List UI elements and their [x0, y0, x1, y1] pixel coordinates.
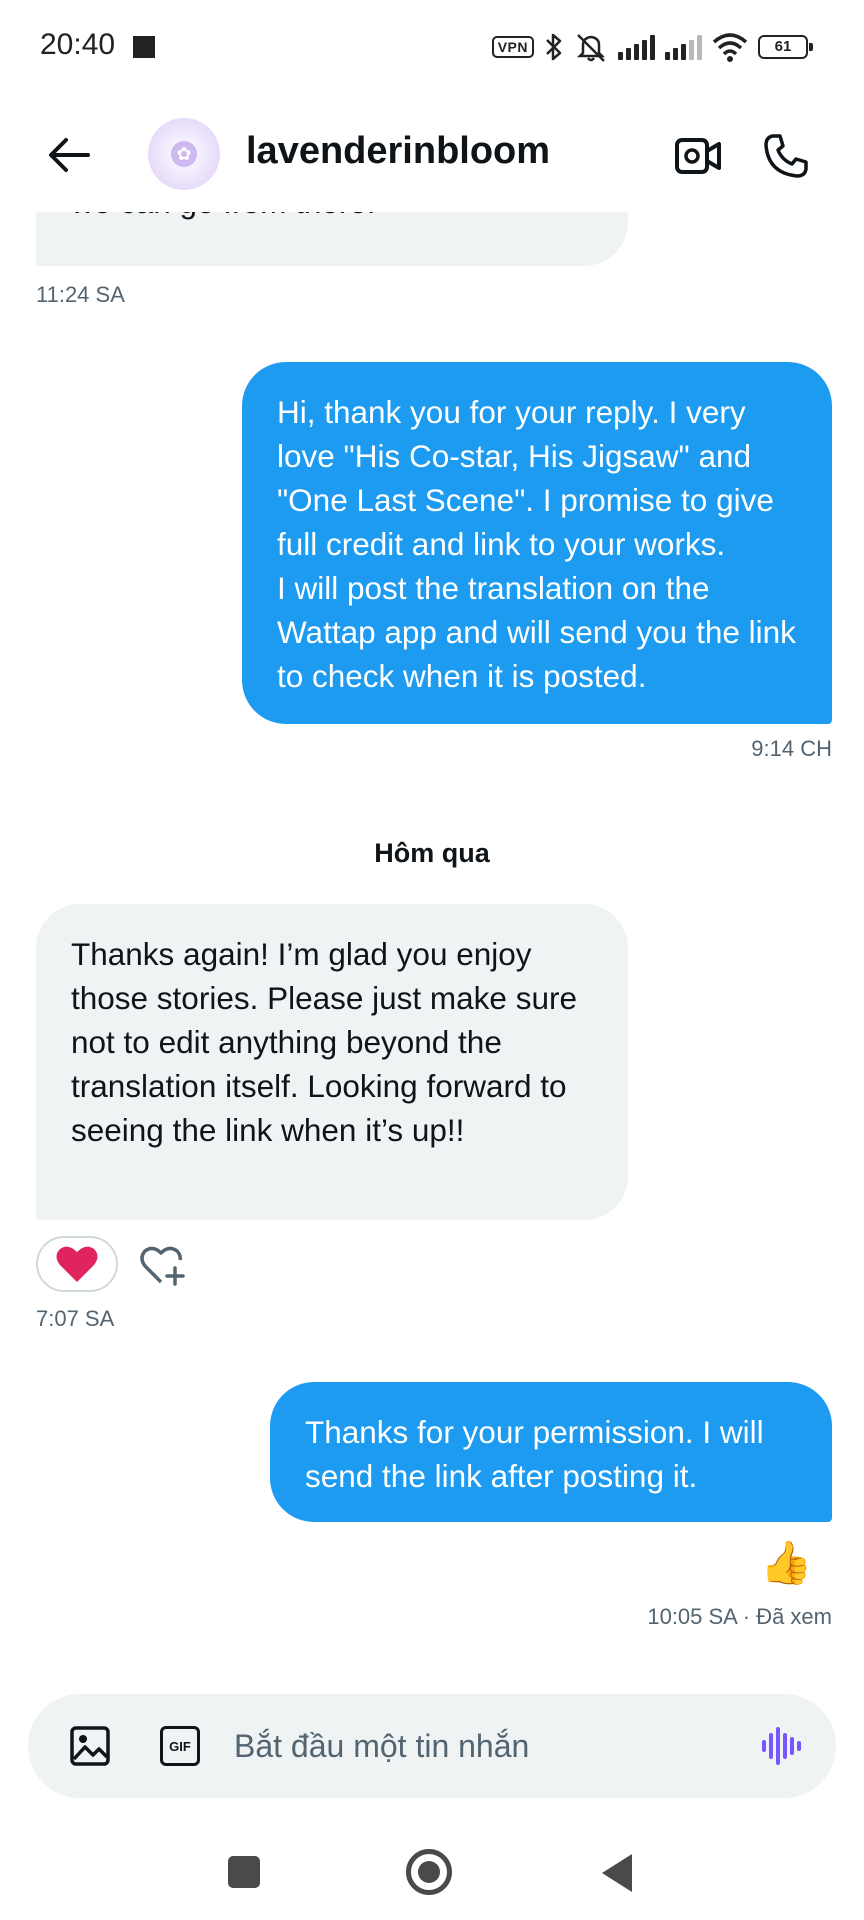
wifi-icon: [712, 33, 748, 62]
home-dot-icon: [418, 1861, 440, 1883]
message-list[interactable]: we can go from there! 11:24 SA Hi, thank…: [0, 212, 864, 1672]
heart-icon: [56, 1246, 98, 1282]
message-bubble-outgoing[interactable]: Hi, thank you for your reply. I very lov…: [242, 362, 832, 724]
message-bubble-incoming[interactable]: Thanks again! I’m glad you enjoy those s…: [36, 904, 628, 1220]
message-timestamp: 11:24 SA: [36, 282, 125, 307]
day-separator: Hôm qua: [374, 838, 490, 868]
battery-icon: 61: [758, 35, 813, 59]
status-icons: VPN 61: [491, 30, 813, 64]
status-time: 20:40: [40, 28, 116, 61]
home-button[interactable]: [406, 1849, 452, 1895]
contact-name[interactable]: lavenderinbloom: [246, 130, 550, 173]
gif-button[interactable]: GIF: [160, 1726, 200, 1766]
back-arrow-icon: [49, 138, 90, 172]
signal-strength-2-icon: [665, 34, 702, 60]
notification-square-icon: [133, 36, 155, 58]
voice-message-button[interactable]: [758, 1722, 806, 1770]
mute-bell-icon: [576, 34, 606, 62]
add-reaction-icon: [140, 1246, 185, 1286]
vpn-icon: VPN: [491, 36, 534, 58]
message-input[interactable]: [234, 1720, 734, 1772]
recent-apps-button[interactable]: [228, 1856, 260, 1888]
add-reaction-button[interactable]: [138, 1242, 188, 1290]
phone-icon: [764, 134, 808, 178]
heart-reaction[interactable]: [36, 1236, 118, 1292]
system-navigation-bar: [0, 1820, 864, 1920]
video-call-icon: [675, 138, 721, 174]
message-timestamp: 7:07 SA: [36, 1306, 115, 1331]
avatar[interactable]: ✿: [148, 118, 220, 190]
bluetooth-icon: [546, 33, 562, 61]
conversation-header: ✿ lavenderinbloom: [0, 100, 864, 212]
message-bubble-incoming[interactable]: we can go from there!: [36, 212, 628, 266]
back-button[interactable]: [44, 130, 94, 180]
signal-strength-icon: [618, 34, 655, 60]
flower-icon: ✿: [171, 141, 197, 167]
phone-call-button[interactable]: [758, 128, 814, 184]
thumbs-up-reaction[interactable]: 👍: [760, 1542, 812, 1584]
voice-waveform-icon: [762, 1727, 801, 1765]
message-composer: GIF: [28, 1694, 836, 1798]
message-bubble-outgoing[interactable]: Thanks for your permission. I will send …: [270, 1382, 832, 1522]
message-timestamp: 9:14 CH: [751, 736, 832, 761]
video-call-button[interactable]: [672, 130, 724, 182]
attach-image-button[interactable]: [68, 1724, 112, 1768]
system-back-button[interactable]: [602, 1854, 632, 1892]
image-icon: [70, 1726, 110, 1766]
message-timestamp-seen: 10:05 SA · Đã xem: [647, 1604, 832, 1629]
status-bar: 20:40 VPN 61: [0, 0, 864, 100]
